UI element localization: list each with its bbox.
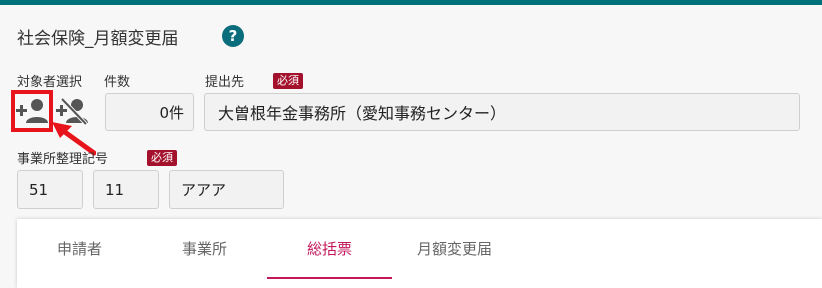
tab-summary[interactable]: 総括票 xyxy=(267,219,392,279)
office-code-field-2[interactable]: 11 xyxy=(93,170,159,209)
count-label: 件数 xyxy=(104,75,131,90)
required-badge: 必須 xyxy=(147,150,177,166)
tab-applicant[interactable]: 申請者 xyxy=(17,219,142,279)
office-code-field-3[interactable]: アアア xyxy=(169,170,284,209)
help-icon[interactable]: ? xyxy=(222,25,244,47)
tab-card: 申請者 事業所 総括票 月額変更届 xyxy=(17,219,822,288)
office-code-label: 事業所整理記号 xyxy=(17,152,109,167)
count-field: 0件 xyxy=(105,93,194,131)
tab-office[interactable]: 事業所 xyxy=(142,219,267,279)
tab-monthly-change[interactable]: 月額変更届 xyxy=(392,219,517,279)
highlight-frame xyxy=(11,90,53,132)
required-badge: 必須 xyxy=(273,73,303,89)
target-select-label: 対象者選択 xyxy=(17,75,83,90)
destination-label: 提出先 xyxy=(205,75,245,90)
destination-field[interactable]: 大曽根年金事務所（愛知事務センター） xyxy=(204,93,800,131)
office-code-field-1[interactable]: 51 xyxy=(17,170,83,209)
page-title: 社会保険_月額変更届 xyxy=(17,29,179,49)
active-tab-indicator xyxy=(267,277,392,279)
top-accent-bar xyxy=(0,0,822,5)
